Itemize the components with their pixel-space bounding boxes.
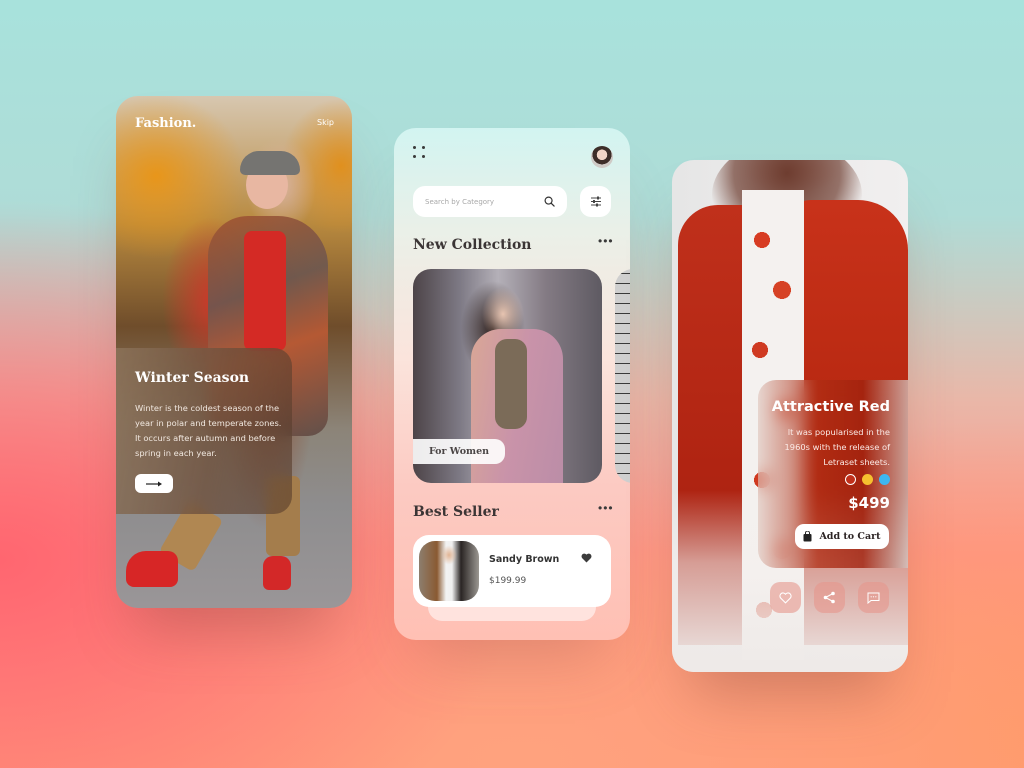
shopping-bag-icon xyxy=(803,531,812,542)
hero-photo-shirt xyxy=(244,231,286,351)
collection-card-label[interactable]: For Women xyxy=(413,439,505,464)
product-price: $499 xyxy=(848,494,890,512)
collection-card-next[interactable] xyxy=(615,269,630,483)
onboarding-screen: Fashion. Skip Winter Season Winter is th… xyxy=(116,96,352,608)
arrow-right-icon xyxy=(146,481,162,486)
best-seller-title: Best Seller xyxy=(413,504,499,520)
filter-button[interactable] xyxy=(580,186,611,217)
next-button[interactable] xyxy=(135,474,173,493)
hero-photo-shoe xyxy=(263,556,291,590)
product-name: Sandy Brown xyxy=(489,554,560,565)
more-dots-icon[interactable]: ••• xyxy=(598,501,614,515)
add-to-cart-button[interactable]: Add to Cart xyxy=(795,524,889,549)
home-screen: Search by Category New Collection ••• Fo… xyxy=(394,128,630,640)
collection-photo-scarf xyxy=(495,339,527,429)
like-button[interactable] xyxy=(770,582,801,613)
search-input[interactable]: Search by Category xyxy=(413,186,567,217)
hero-photo-hat xyxy=(240,151,300,175)
product-thumbnail xyxy=(419,541,479,601)
heart-icon xyxy=(779,591,792,604)
product-screen: Attractive Red It was popularised in the… xyxy=(672,160,908,672)
color-options xyxy=(845,474,890,485)
user-avatar[interactable] xyxy=(591,146,613,168)
share-button[interactable] xyxy=(814,582,845,613)
color-swatch-yellow[interactable] xyxy=(862,474,873,485)
heart-icon[interactable] xyxy=(581,553,592,563)
message-button[interactable] xyxy=(858,582,889,613)
sliders-icon xyxy=(590,196,601,207)
app-logo: Fashion. xyxy=(135,116,197,131)
color-swatch-blue[interactable] xyxy=(879,474,890,485)
best-seller-item[interactable]: Sandy Brown $199.99 xyxy=(413,535,611,607)
share-icon xyxy=(823,591,835,604)
color-swatch-red[interactable] xyxy=(845,474,856,485)
grid-dots-icon[interactable] xyxy=(413,146,427,160)
skip-button[interactable]: Skip xyxy=(317,118,334,127)
intro-title: Winter Season xyxy=(135,370,250,386)
search-icon[interactable] xyxy=(544,196,555,207)
more-dots-icon[interactable]: ••• xyxy=(598,234,614,248)
chat-icon xyxy=(867,592,880,604)
product-price: $199.99 xyxy=(489,576,527,586)
product-description: It was popularised in the 1960s with the… xyxy=(784,427,890,467)
new-collection-title: New Collection xyxy=(413,237,532,253)
intro-description: Winter is the coldest season of the year… xyxy=(135,403,282,458)
search-placeholder: Search by Category xyxy=(425,197,495,206)
product-title: Attractive Red xyxy=(771,399,890,415)
hero-photo-shoe xyxy=(126,551,178,587)
add-to-cart-label: Add to Cart xyxy=(819,531,881,542)
